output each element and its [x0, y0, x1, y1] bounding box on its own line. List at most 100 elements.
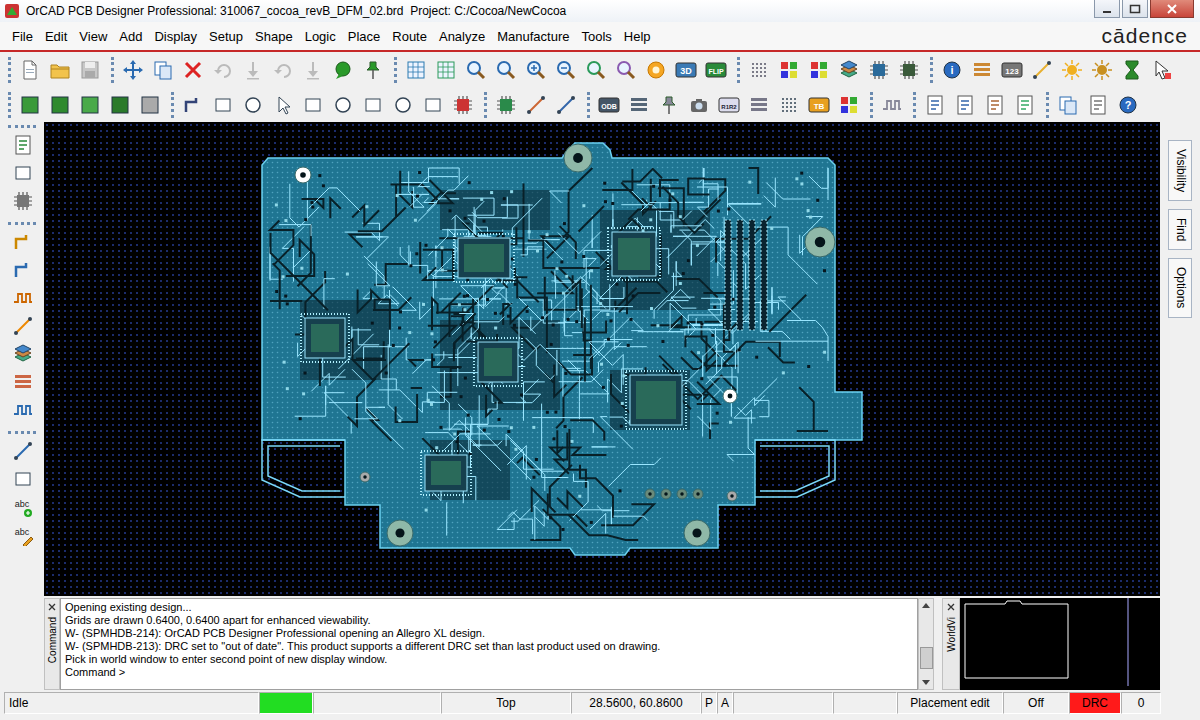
- close-button[interactable]: [1150, 0, 1194, 18]
- backannotate-button[interactable]: [744, 91, 774, 119]
- select-button[interactable]: [268, 91, 298, 119]
- dimension-button[interactable]: [521, 91, 551, 119]
- menu-item[interactable]: Add: [113, 27, 148, 46]
- mounting-hole[interactable]: [805, 227, 835, 257]
- menu-item[interactable]: Shape: [249, 27, 299, 46]
- toolbar-grip[interactable]: [870, 92, 873, 118]
- redo-button[interactable]: [268, 56, 298, 84]
- draw-line-button[interactable]: [8, 437, 38, 465]
- menu-item[interactable]: Place: [342, 27, 387, 46]
- mounting-hole[interactable]: [564, 144, 592, 172]
- dimension-linear-button[interactable]: [551, 91, 581, 119]
- gloss-button[interactable]: [8, 368, 38, 396]
- connector-button[interactable]: [8, 187, 38, 215]
- mounting-hole[interactable]: [677, 489, 687, 499]
- menu-item[interactable]: Analyze: [433, 27, 491, 46]
- edit-mode[interactable]: Placement edit: [897, 692, 1003, 714]
- color-button[interactable]: [774, 56, 804, 84]
- menu-item[interactable]: Edit: [39, 27, 73, 46]
- mounting-hole[interactable]: [684, 520, 710, 546]
- report-4-button[interactable]: [1010, 91, 1040, 119]
- bubble-button[interactable]: [328, 56, 358, 84]
- info-button[interactable]: i: [937, 56, 967, 84]
- menu-item[interactable]: Help: [618, 27, 657, 46]
- dehighlight-button[interactable]: [1087, 56, 1117, 84]
- copy-button[interactable]: [148, 56, 178, 84]
- component[interactable]: [608, 228, 660, 280]
- toolbar-grip[interactable]: [394, 57, 397, 83]
- place-part-button[interactable]: [448, 91, 478, 119]
- toolbar-grip[interactable]: [8, 92, 11, 118]
- open-file-button[interactable]: [45, 56, 75, 84]
- shape-layer-button[interactable]: [105, 91, 135, 119]
- draw-rect-button[interactable]: [8, 465, 38, 493]
- save-button[interactable]: [75, 56, 105, 84]
- snap-mode[interactable]: Off: [1003, 692, 1069, 714]
- view-3d-button[interactable]: 3D: [671, 56, 701, 84]
- edit-part-button[interactable]: [8, 131, 38, 159]
- help-button[interactable]: ?: [1113, 91, 1143, 119]
- scroll-track[interactable]: [919, 613, 933, 675]
- flip-button[interactable]: FLIP: [701, 56, 731, 84]
- menu-item[interactable]: Tools: [575, 27, 617, 46]
- toolbar-grip[interactable]: [8, 222, 36, 225]
- report-2-button[interactable]: [950, 91, 980, 119]
- scroll-down-icon[interactable]: [919, 675, 933, 689]
- zoom-previous-button[interactable]: [581, 56, 611, 84]
- add-rect-button[interactable]: [208, 91, 238, 119]
- report-1-button[interactable]: [920, 91, 950, 119]
- component[interactable]: [454, 234, 514, 282]
- add-text-button[interactable]: abc: [8, 493, 38, 521]
- matrix-button[interactable]: [834, 91, 864, 119]
- zoom-world-button[interactable]: [611, 56, 641, 84]
- drill-button[interactable]: [654, 91, 684, 119]
- pin-layer-button[interactable]: [45, 91, 75, 119]
- shape-rect-button[interactable]: [358, 91, 388, 119]
- menu-item[interactable]: Setup: [203, 27, 249, 46]
- close-icon[interactable]: [947, 603, 955, 611]
- status-toggle[interactable]: P: [701, 692, 717, 714]
- add-circle-button[interactable]: [238, 91, 268, 119]
- menu-item[interactable]: Display: [148, 27, 203, 46]
- add-line-button[interactable]: [178, 91, 208, 119]
- cursor-button[interactable]: [1147, 56, 1177, 84]
- mounting-hole[interactable]: [645, 489, 655, 499]
- side-tab[interactable]: Options: [1168, 258, 1192, 317]
- toolbar-grip[interactable]: [930, 57, 933, 83]
- shape-circle-button[interactable]: [388, 91, 418, 119]
- report-3-button[interactable]: [980, 91, 1010, 119]
- side-tab[interactable]: Find: [1168, 209, 1192, 250]
- shape-poly-button[interactable]: [418, 91, 448, 119]
- toolbar-grip[interactable]: [171, 92, 174, 118]
- snapshot-button[interactable]: [684, 91, 714, 119]
- mounting-hole[interactable]: [360, 472, 370, 482]
- menu-item[interactable]: File: [6, 27, 39, 46]
- zoom-points-button[interactable]: [461, 56, 491, 84]
- status-toggle[interactable]: A: [717, 692, 733, 714]
- toolbar-grip[interactable]: [111, 57, 114, 83]
- disabled-layer-button[interactable]: [135, 91, 165, 119]
- toolbar-grip[interactable]: [8, 125, 36, 128]
- toolbar-grip[interactable]: [484, 92, 487, 118]
- component-button[interactable]: [864, 56, 894, 84]
- phase-tune-button[interactable]: [8, 396, 38, 424]
- new-file-button[interactable]: [15, 56, 45, 84]
- shape-void-button[interactable]: [328, 91, 358, 119]
- component[interactable]: [301, 314, 349, 362]
- layers-button[interactable]: [834, 56, 864, 84]
- mounting-hole[interactable]: [387, 520, 413, 546]
- menu-item[interactable]: Manufacture: [491, 27, 575, 46]
- mounting-hole[interactable]: [693, 489, 703, 499]
- move-button[interactable]: [118, 56, 148, 84]
- measure-button[interactable]: 123: [997, 56, 1027, 84]
- pin-button[interactable]: [358, 56, 388, 84]
- etch-layer-button[interactable]: [15, 91, 45, 119]
- component[interactable]: [474, 338, 522, 386]
- drc-indicator[interactable]: DRC: [1069, 692, 1121, 714]
- mounting-hole[interactable]: [295, 167, 311, 183]
- command-log[interactable]: Opening existing design...Grids are draw…: [60, 598, 918, 690]
- active-layer[interactable]: Top: [441, 692, 571, 714]
- report-button[interactable]: [967, 56, 997, 84]
- design-canvas[interactable]: [44, 122, 1160, 596]
- scroll-up-icon[interactable]: [919, 599, 933, 613]
